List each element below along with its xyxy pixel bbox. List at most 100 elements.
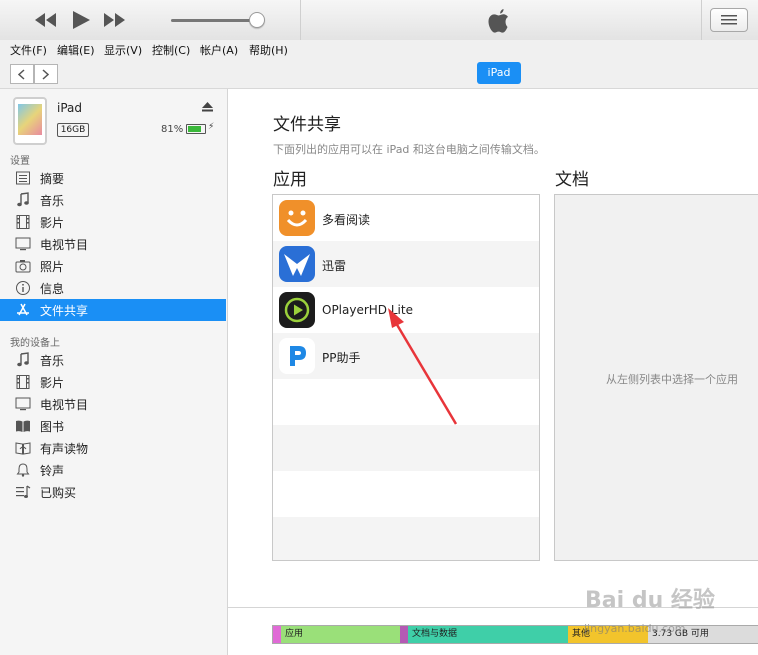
sidebar-item-tv-shows[interactable]: 电视节目 (0, 233, 226, 255)
rewind-icon[interactable] (34, 9, 58, 31)
empty-row (273, 517, 539, 560)
empty-row (273, 471, 539, 517)
sidebar-item-label: 信息 (40, 282, 65, 296)
music-note-icon (17, 352, 29, 367)
sidebar: iPad 16GB 81% ⚡ 设置 摘要 音乐 影片 电视节目 照片 信息 文… (0, 89, 228, 655)
sidebar-item-device-books[interactable]: 图书 (0, 415, 226, 437)
app-name: 迅雷 (322, 259, 347, 273)
watermark-url: jingyan.baidu.com (584, 622, 686, 635)
forward-button[interactable] (34, 64, 58, 84)
on-device-section-title: 我的设备上 (10, 338, 60, 349)
info-icon (16, 281, 30, 295)
menu-file[interactable]: 文件(F) (10, 42, 47, 58)
summary-icon (16, 171, 30, 185)
page-subtitle: 下面列出的应用可以在 iPad 和这台电脑之间传输文档。 (273, 143, 545, 156)
xunlei-icon (279, 246, 315, 282)
battery-percentage: 81% (161, 124, 184, 135)
charging-bolt-icon: ⚡ (208, 122, 215, 132)
storage-segment: 应用 (281, 626, 400, 643)
ipad-thumbnail-icon (13, 97, 47, 145)
page-title: 文件共享 (273, 115, 341, 135)
film-icon (16, 215, 30, 229)
app-row-oplayer[interactable]: OPlayerHD Lite (273, 287, 539, 333)
sidebar-item-summary[interactable]: 摘要 (0, 167, 226, 189)
app-name: 多看阅读 (322, 213, 371, 227)
app-store-icon (17, 303, 29, 316)
documents-panel: 从左侧列表中选择一个应用 (554, 194, 758, 561)
sidebar-item-file-sharing[interactable]: 文件共享 (0, 299, 226, 321)
menu-bar: 文件(F) 编辑(E) 显示(V) 控制(C) 帐户(A) 帮助(H) (0, 40, 758, 59)
sidebar-item-photos[interactable]: 照片 (0, 255, 226, 277)
apps-column-title: 应用 (273, 170, 307, 190)
sidebar-item-device-purchased[interactable]: 已购买 (0, 481, 226, 503)
player-toolbar (0, 0, 758, 41)
sidebar-item-label: 电视节目 (40, 238, 89, 252)
app-row-duokan[interactable]: 多看阅读 (273, 195, 539, 241)
volume-slider-knob[interactable] (249, 12, 265, 28)
app-name: PP助手 (322, 351, 361, 365)
battery-icon (186, 124, 206, 134)
settings-section-title: 设置 (10, 156, 30, 167)
sidebar-item-device-ringtones[interactable]: 铃声 (0, 459, 226, 481)
back-button[interactable] (10, 64, 34, 84)
app-row-xunlei[interactable]: 迅雷 (273, 241, 539, 287)
film-icon (16, 375, 30, 389)
sidebar-item-device-music[interactable]: 音乐 (0, 349, 226, 371)
device-capacity-badge: 16GB (57, 123, 89, 137)
documents-column-title: 文档 (555, 170, 589, 190)
sidebar-item-label: 铃声 (40, 464, 65, 478)
menu-help[interactable]: 帮助(H) (249, 42, 288, 58)
menu-view[interactable]: 显示(V) (104, 42, 142, 58)
menu-account[interactable]: 帐户(A) (200, 42, 238, 58)
list-view-button[interactable] (710, 8, 748, 32)
documents-empty-hint: 从左侧列表中选择一个应用 (606, 373, 738, 386)
sidebar-item-label: 文件共享 (40, 304, 89, 318)
app-name: OPlayerHD Lite (322, 303, 413, 317)
sidebar-item-label: 有声读物 (40, 442, 89, 456)
menu-edit[interactable]: 编辑(E) (57, 42, 95, 58)
sidebar-item-device-tv-shows[interactable]: 电视节目 (0, 393, 226, 415)
sidebar-item-label: 照片 (40, 260, 65, 274)
duokan-icon (279, 200, 315, 236)
ipad-device-button[interactable]: iPad (477, 62, 521, 84)
play-icon[interactable] (70, 9, 94, 31)
device-name: iPad (57, 101, 83, 115)
volume-slider-track[interactable] (171, 19, 257, 22)
storage-segment: 文档与数据 (408, 626, 568, 643)
sidebar-item-label: 音乐 (40, 354, 65, 368)
apps-list: 多看阅读 迅雷 OPlayerHD Lite PP助手 (272, 194, 540, 561)
empty-row (273, 379, 539, 425)
tv-icon (15, 237, 31, 251)
eject-icon[interactable] (202, 101, 213, 115)
app-row-pp[interactable]: PP助手 (273, 333, 539, 379)
storage-segment (273, 626, 281, 643)
music-note-icon (17, 192, 29, 207)
storage-segment (400, 626, 408, 643)
apple-logo-icon (487, 7, 511, 38)
sidebar-item-label: 已购买 (40, 486, 77, 500)
sidebar-item-label: 电视节目 (40, 398, 89, 412)
sidebar-item-label: 摘要 (40, 172, 65, 186)
pp-icon (279, 338, 315, 374)
camera-icon (15, 260, 31, 273)
purchased-icon (16, 485, 31, 498)
empty-row (273, 425, 539, 471)
book-icon (16, 420, 30, 432)
menu-controls[interactable]: 控制(C) (152, 42, 190, 58)
sidebar-item-label: 影片 (40, 376, 65, 390)
sidebar-item-music[interactable]: 音乐 (0, 189, 226, 211)
sidebar-item-device-movies[interactable]: 影片 (0, 371, 226, 393)
tv-icon (15, 397, 31, 411)
fast-forward-icon[interactable] (102, 9, 126, 31)
audiobook-icon (15, 442, 31, 455)
watermark-logo: Bai du 经验 (585, 588, 715, 613)
sidebar-item-label: 音乐 (40, 194, 65, 208)
sidebar-item-label: 影片 (40, 216, 65, 230)
sidebar-item-label: 图书 (40, 420, 65, 434)
navigation-bar (0, 59, 758, 89)
sidebar-item-movies[interactable]: 影片 (0, 211, 226, 233)
oplayer-icon (279, 292, 315, 328)
bell-icon (16, 463, 30, 477)
sidebar-item-info[interactable]: 信息 (0, 277, 226, 299)
sidebar-item-device-audiobooks[interactable]: 有声读物 (0, 437, 226, 459)
